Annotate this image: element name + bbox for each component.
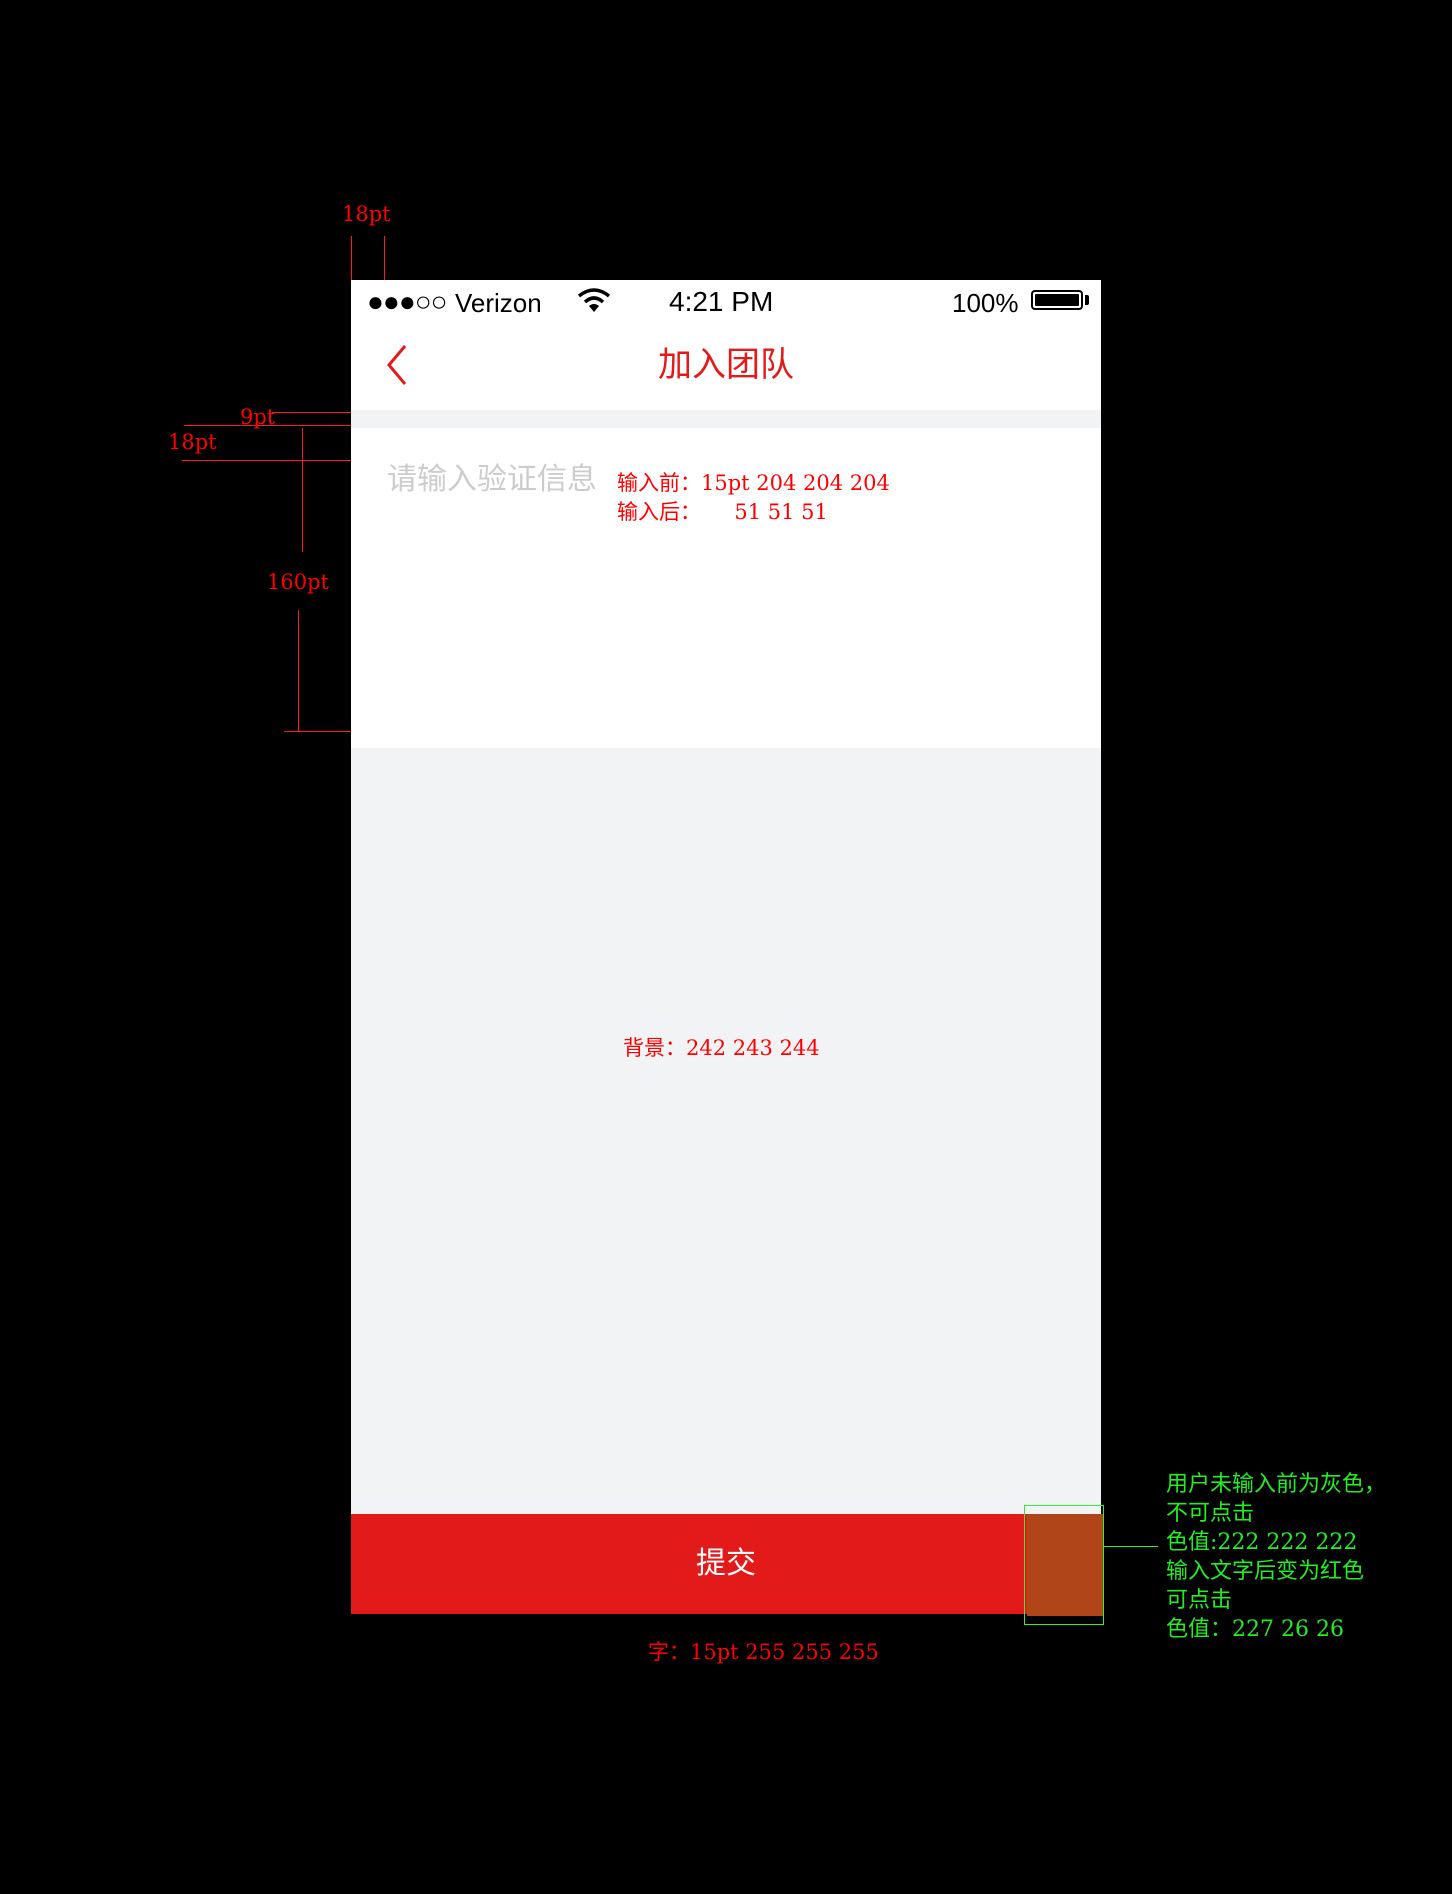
dim-label-18pt-left: 18pt [168,430,217,454]
signal-strength: ●●●○○ [367,286,448,317]
battery-percent: 100% [952,288,1019,318]
annotation-input-after: 输入后： 51 51 51 [617,500,828,524]
annotation-font: 字：15pt 255 255 255 [648,1640,879,1664]
note-line: 色值:222 222 222 [1166,1530,1358,1555]
note-line: 用户未输入前为灰色， [1166,1472,1387,1497]
status-time: 4:21 PM [669,286,774,317]
color-swatch-highlight [1024,1505,1104,1625]
note-line: 输入文字后变为红色 [1166,1559,1365,1584]
submit-button[interactable]: 提交 [351,1514,1101,1614]
nav-bar: 加入团队 [351,320,1101,410]
chevron-left-icon[interactable] [379,340,419,390]
note-line: 色值：227 26 26 [1166,1617,1344,1642]
annotation-input-before: 输入前：15pt 204 204 204 [617,471,890,495]
note-line: 可点击 [1166,1588,1233,1613]
annotation-button-note: 用户未输入前为灰色， 不可点击 色值:222 222 222 输入文字后变为红色… [1166,1470,1446,1644]
dim-label-9pt: 9pt [240,405,276,429]
dim-label-18pt-top: 18pt [342,202,391,226]
annotation-background: 背景：242 243 244 [623,1036,820,1060]
status-bar: ●●●○○ Verizon 4:21 PM 100% [351,280,1101,320]
dim-label-160pt: 160pt [267,570,329,594]
dim-line [302,428,303,552]
wifi-icon [577,288,611,312]
battery-tip [1085,295,1089,305]
dim-line [298,610,299,732]
note-line: 不可点击 [1166,1501,1255,1526]
annotation-connector [1104,1546,1158,1547]
carrier-label: Verizon [455,288,542,318]
battery-icon [1031,290,1083,310]
page-title: 加入团队 [658,345,794,385]
